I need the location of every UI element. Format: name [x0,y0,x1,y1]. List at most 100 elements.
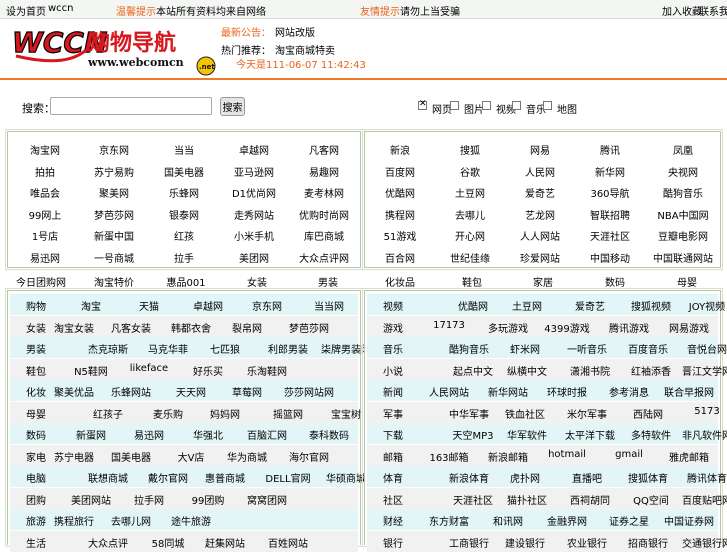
category-label[interactable]: 社区 [373,492,413,507]
category-label[interactable]: 邮箱 [373,449,413,464]
category-label[interactable]: 购物 [16,298,56,313]
grid-link[interactable]: 美团网 [222,250,286,265]
quick-link[interactable]: 化妆品 [366,274,434,288]
grid-link[interactable]: 优购时尚网 [292,207,356,222]
category-link[interactable]: 农业银行 [557,535,617,550]
add-favorite-link[interactable]: 加入收藏 [662,3,702,18]
category-link[interactable]: 和讯网 [478,513,538,528]
grid-link[interactable]: 乐蜂网 [152,185,216,200]
search-option-checkbox[interactable] [543,101,552,110]
category-label[interactable]: 游戏 [373,320,413,335]
grid-link[interactable]: 珍爱网站 [508,250,572,265]
category-link[interactable]: 联合早报网 [659,384,719,399]
category-link[interactable]: 天涯社区 [443,492,503,507]
category-link[interactable]: 证券之星 [599,513,659,528]
category-link[interactable]: 杰克琼斯 [78,341,138,356]
grid-link[interactable]: 360导航 [578,185,642,200]
grid-link[interactable]: 百合网 [368,250,432,265]
category-link[interactable]: 拉手网 [119,492,179,507]
grid-link[interactable]: 1号店 [13,228,77,243]
category-link[interactable]: 西祠胡同 [560,492,620,507]
category-link[interactable]: 淘宝女装 [44,320,104,335]
category-link[interactable]: 乐淘鞋网 [237,363,297,378]
category-link[interactable]: 铁血社区 [495,406,555,421]
grid-link[interactable]: D1优尚网 [222,185,286,200]
category-link[interactable]: 直播吧 [557,470,617,485]
category-link[interactable]: 建设银行 [495,535,555,550]
grid-link[interactable]: 红孩 [152,228,216,243]
category-link[interactable]: 麦乐购 [138,406,198,421]
category-link[interactable]: 凡客女装 [101,320,161,335]
grid-link[interactable]: 豆瓣电影网 [651,228,715,243]
category-link[interactable]: 红孩子 [78,406,138,421]
category-label[interactable]: 电脑 [16,470,56,485]
category-link[interactable]: 利郎男装 [258,341,318,356]
category-link[interactable]: 搜狐视频 [621,298,681,313]
category-link[interactable]: 华强北 [178,427,238,442]
grid-link[interactable]: 人人网站 [508,228,572,243]
category-link[interactable]: 去哪儿网 [101,513,161,528]
category-link[interactable]: 工商银行 [439,535,499,550]
category-link[interactable]: 网易游戏 [659,320,719,335]
category-label[interactable]: 新闻 [373,384,413,399]
category-link[interactable]: 淘宝 [61,298,121,313]
category-link[interactable]: 酷狗音乐 [439,341,499,356]
category-link[interactable]: 百度音乐 [618,341,678,356]
grid-link[interactable]: 淘宝网 [13,142,77,157]
grid-link[interactable]: 天涯社区 [578,228,642,243]
category-link[interactable]: likeface [119,363,179,374]
category-link[interactable]: 中华军事 [439,406,499,421]
category-link[interactable]: 多玩游戏 [478,320,538,335]
category-link[interactable]: 优酷网 [443,298,503,313]
grid-link[interactable]: 聚美网 [82,185,146,200]
category-link[interactable]: 交通银行网 [677,535,727,550]
quick-link[interactable]: 母婴 [653,274,721,288]
category-link[interactable]: 非凡软件网 [677,427,727,442]
category-link[interactable]: 七匹狼 [195,341,255,356]
category-link[interactable]: 华军软件 [497,427,557,442]
grid-link[interactable]: 苏宁易购 [82,164,146,179]
grid-link[interactable]: 酷狗音乐 [651,185,715,200]
grid-link[interactable]: 库巴商城 [292,228,356,243]
search-button[interactable]: 搜索 [220,97,245,116]
grid-link[interactable]: 央视网 [651,164,715,179]
category-link[interactable]: 太平洋下载 [560,427,620,442]
category-link[interactable]: 腾讯游戏 [599,320,659,335]
grid-link[interactable]: 银泰网 [152,207,216,222]
category-link[interactable]: 新浪邮箱 [478,449,538,464]
category-link[interactable]: 58同城 [138,535,198,550]
grid-link[interactable]: 拍拍 [13,164,77,179]
grid-link[interactable]: 中国联通网站 [651,250,715,265]
announcement-link[interactable]: 网站改版 [275,24,315,39]
category-label[interactable]: 体育 [373,470,413,485]
category-link[interactable]: 虾米网 [495,341,555,356]
grid-link[interactable]: 世纪佳缘 [438,250,502,265]
category-link[interactable]: 联想商城 [78,470,138,485]
category-link[interactable]: 天猫 [119,298,179,313]
category-link[interactable]: 红袖添香 [621,363,681,378]
category-link[interactable]: DELL官网 [258,470,318,485]
search-option-checkbox[interactable] [512,101,521,110]
category-link[interactable]: 参考消息 [599,384,659,399]
category-link[interactable]: 苏宁电器 [44,449,104,464]
category-link[interactable]: 卓越网 [178,298,238,313]
set-homepage-link[interactable]: 设为首页 [6,3,46,18]
quick-link[interactable]: 今日团购网 [7,274,75,288]
grid-link[interactable]: 当当 [152,142,216,157]
grid-link[interactable]: 大众点评网 [292,250,356,265]
grid-link[interactable]: 小米手机 [222,228,286,243]
grid-link[interactable]: 新华网 [578,164,642,179]
category-link[interactable]: 美团网站 [61,492,121,507]
category-link[interactable]: 大众点评 [78,535,138,550]
category-link[interactable]: 百姓网站 [258,535,318,550]
recommend-link[interactable]: 淘宝商城特卖 [275,42,335,57]
category-link[interactable]: 一听音乐 [557,341,617,356]
category-link[interactable]: 音悦台网 [677,341,727,356]
grid-link[interactable]: 携程网 [368,207,432,222]
grid-link[interactable]: 国美电器 [152,164,216,179]
quick-link[interactable]: 惠品001 [152,274,220,288]
grid-link[interactable]: 51游戏 [368,228,432,243]
category-link[interactable]: 途牛旅游 [161,513,221,528]
search-option-checkbox[interactable] [418,99,427,110]
category-link[interactable]: 人民网站 [419,384,479,399]
